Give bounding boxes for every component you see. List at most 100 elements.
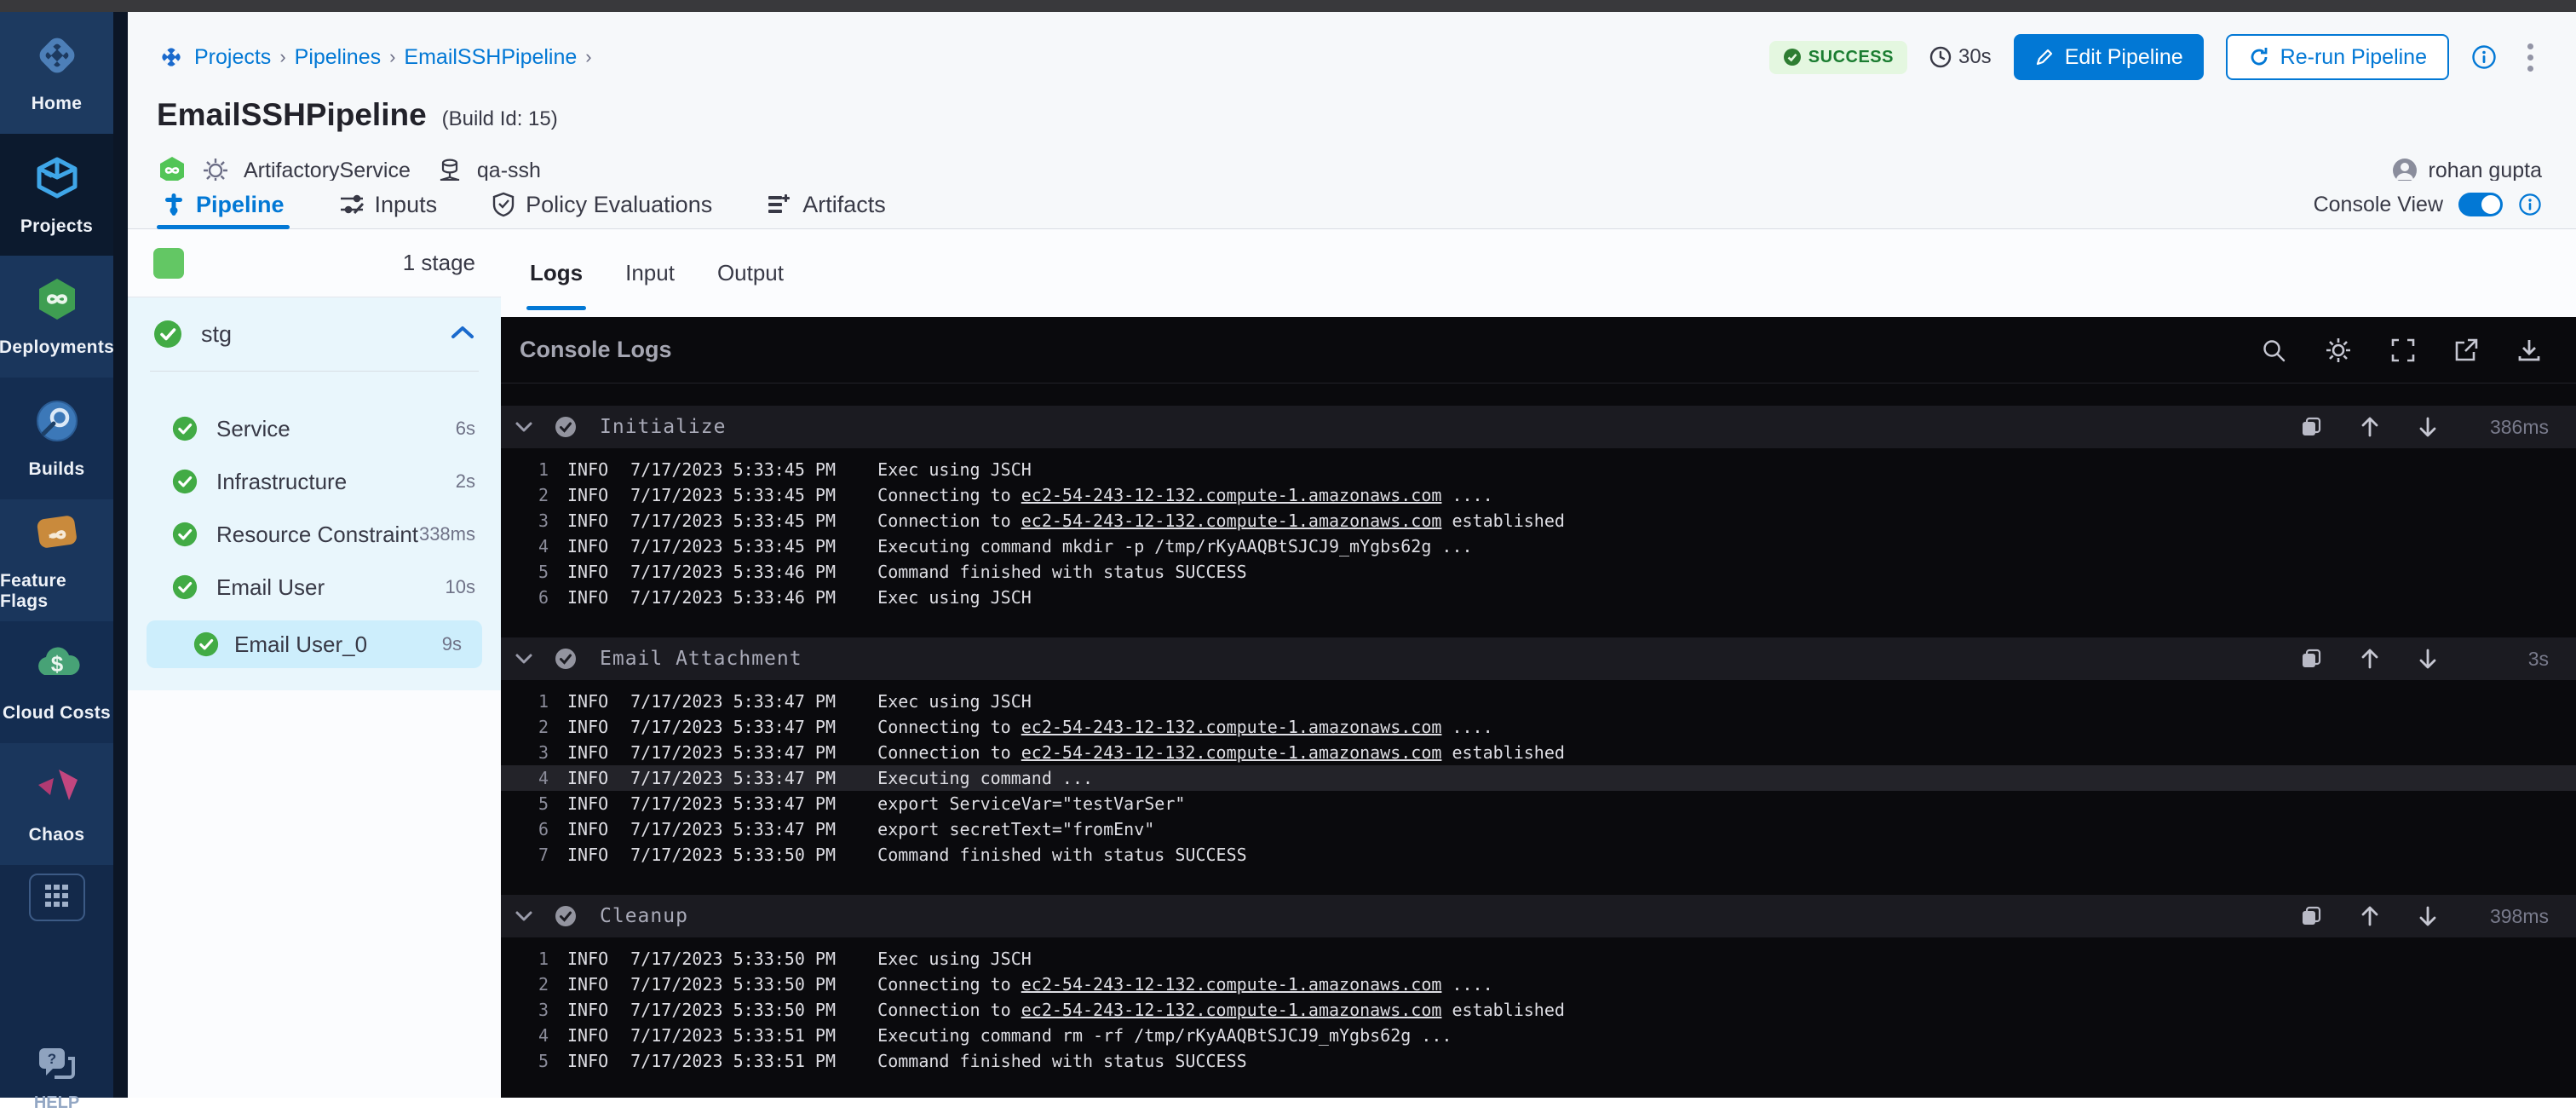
sidebar-item-label: Feature Flags [0, 571, 113, 612]
breadcrumb-link-projects[interactable]: Projects [194, 45, 271, 70]
info-icon[interactable] [2471, 44, 2497, 70]
module-switcher-button[interactable] [29, 874, 85, 921]
edit-pipeline-button[interactable]: Edit Pipeline [2014, 34, 2204, 80]
copy-icon[interactable] [2300, 648, 2322, 670]
open-in-new-icon[interactable] [2453, 337, 2479, 363]
download-icon[interactable] [2516, 337, 2542, 363]
chevron-up-icon[interactable] [450, 325, 475, 344]
host-link[interactable]: ec2-54-243-12-132.compute-1.amazonaws.co… [1021, 742, 1442, 763]
host-link[interactable]: ec2-54-243-12-132.compute-1.amazonaws.co… [1021, 974, 1442, 995]
rerun-pipeline-button[interactable]: Re-run Pipeline [2226, 34, 2449, 80]
sidebar-item-label: Builds [29, 459, 85, 480]
infrastructure-name[interactable]: qa-ssh [477, 159, 541, 183]
service-name[interactable]: ArtifactoryService [244, 159, 411, 183]
step-row-email-user-0[interactable]: Email User_0 9s [147, 620, 482, 668]
host-link[interactable]: ec2-54-243-12-132.compute-1.amazonaws.co… [1021, 1000, 1442, 1020]
log-message: Executing command rm -rf /tmp/rKyAAQBtSJ… [877, 1025, 1452, 1046]
log-line[interactable]: 1INFO7/17/2023 5:33:45 PMExec using JSCH [501, 457, 2576, 482]
log-line[interactable]: 5INFO7/17/2023 5:33:47 PMexport ServiceV… [501, 791, 2576, 816]
log-line[interactable]: 6INFO7/17/2023 5:33:46 PMExec using JSCH [501, 585, 2576, 610]
log-line[interactable]: 4INFO7/17/2023 5:33:45 PMExecuting comma… [501, 533, 2576, 559]
stage-row-stg[interactable]: stg [128, 297, 501, 371]
sidebar-item-projects[interactable]: Projects [0, 134, 113, 256]
console-view-toggle[interactable] [2458, 193, 2503, 216]
scroll-down-icon[interactable] [2418, 416, 2438, 438]
step-name: Email User_0 [234, 631, 367, 658]
copy-icon[interactable] [2300, 905, 2322, 927]
log-line[interactable]: 4INFO7/17/2023 5:33:47 PMExecuting comma… [501, 765, 2576, 791]
line-number: 5 [526, 793, 549, 814]
host-link[interactable]: ec2-54-243-12-132.compute-1.amazonaws.co… [1021, 717, 1442, 737]
scroll-down-icon[interactable] [2418, 648, 2438, 670]
console-view-info-icon[interactable] [2518, 193, 2542, 216]
log-line[interactable]: 5INFO7/17/2023 5:33:51 PMCommand finishe… [501, 1048, 2576, 1074]
step-row-infrastructure[interactable]: Infrastructure2s [128, 455, 501, 508]
page-title: EmailSSHPipeline [157, 97, 427, 133]
more-options-button[interactable] [2519, 40, 2542, 75]
log-line[interactable]: 3INFO7/17/2023 5:33:45 PMConnection to e… [501, 508, 2576, 533]
sidebar-item-feature-flags[interactable]: Feature Flags [0, 499, 113, 621]
log-line[interactable]: 4INFO7/17/2023 5:33:51 PMExecuting comma… [501, 1023, 2576, 1048]
log-line[interactable]: 2INFO7/17/2023 5:33:45 PMConnecting to e… [501, 482, 2576, 508]
host-link[interactable]: ec2-54-243-12-132.compute-1.amazonaws.co… [1021, 485, 1442, 505]
scroll-up-icon[interactable] [2360, 905, 2380, 927]
stage-count-label: 1 stage [403, 250, 475, 276]
execution-stage-panel: 1 stage stg Service6sInfrastructure2sRes… [128, 229, 501, 1098]
log-lines: 1INFO7/17/2023 5:33:45 PMExec using JSCH… [501, 448, 2576, 615]
log-line[interactable]: 6INFO7/17/2023 5:33:47 PMexport secretTe… [501, 816, 2576, 842]
sidebar-item-label: Home [32, 94, 83, 114]
breadcrumb-link-pipeline[interactable]: EmailSSHPipeline [404, 45, 577, 70]
log-line[interactable]: 2INFO7/17/2023 5:33:47 PMConnecting to e… [501, 714, 2576, 740]
scroll-up-icon[interactable] [2360, 416, 2380, 438]
cloud-costs-icon: $ [32, 641, 83, 693]
help-button[interactable]: ? HELP [0, 1047, 113, 1098]
log-section-header-email-attachment[interactable]: Email Attachment3s [501, 637, 2576, 680]
log-lines: 1INFO7/17/2023 5:33:47 PMExec using JSCH… [501, 680, 2576, 873]
console-tab-logs[interactable]: Logs [530, 229, 583, 317]
log-timestamp: 7/17/2023 5:33:47 PM [630, 768, 840, 788]
log-line[interactable]: 3INFO7/17/2023 5:33:50 PMConnection to e… [501, 997, 2576, 1023]
tab-pipeline[interactable]: Pipeline [157, 181, 290, 228]
harness-project-icon [157, 43, 186, 72]
sidebar-item-label: Chaos [29, 825, 85, 845]
tab-policy-evaluations[interactable]: Policy Evaluations [486, 181, 717, 228]
log-line[interactable]: 1INFO7/17/2023 5:33:47 PMExec using JSCH [501, 689, 2576, 714]
tab-artifacts[interactable]: Artifacts [762, 181, 891, 228]
sidebar-item-chaos[interactable]: Chaos [0, 743, 113, 865]
user-name[interactable]: rohan gupta [2429, 159, 2542, 183]
log-line[interactable]: 2INFO7/17/2023 5:33:50 PMConnecting to e… [501, 972, 2576, 997]
tab-inputs[interactable]: Inputs [334, 181, 443, 228]
log-section-header-cleanup[interactable]: Cleanup398ms [501, 895, 2576, 937]
section-duration: 3s [2475, 648, 2549, 671]
sidebar-item-deployments[interactable]: Deployments [0, 256, 113, 378]
log-timestamp: 7/17/2023 5:33:46 PM [630, 562, 840, 582]
copy-icon[interactable] [2300, 416, 2322, 438]
chevron-down-icon[interactable] [515, 910, 533, 922]
breadcrumb-link-pipelines[interactable]: Pipelines [295, 45, 381, 70]
log-line[interactable]: 7INFO7/17/2023 5:33:50 PMCommand finishe… [501, 842, 2576, 868]
step-row-resource-constraint[interactable]: Resource Constraint338ms [128, 508, 501, 561]
step-row-service[interactable]: Service6s [128, 402, 501, 455]
scroll-up-icon[interactable] [2360, 648, 2380, 670]
log-message: Connection to ec2-54-243-12-132.compute-… [877, 742, 1565, 763]
stage-count-row: 1 stage [128, 229, 501, 297]
gear-icon[interactable] [2324, 336, 2353, 365]
step-row-email-user[interactable]: Email User10s [128, 561, 501, 614]
log-section-header-initialize[interactable]: Initialize386ms [501, 406, 2576, 448]
step-duration: 9s [442, 633, 462, 655]
scroll-down-icon[interactable] [2418, 905, 2438, 927]
log-line[interactable]: 5INFO7/17/2023 5:33:46 PMCommand finishe… [501, 559, 2576, 585]
fullscreen-icon[interactable] [2390, 337, 2416, 363]
chevron-down-icon[interactable] [515, 421, 533, 433]
console-tab-input[interactable]: Input [625, 229, 675, 317]
sidebar-item-home[interactable]: Home [0, 12, 113, 134]
sidebar-item-cloud-costs[interactable]: $ Cloud Costs [0, 621, 113, 743]
chevron-down-icon[interactable] [515, 653, 533, 665]
sidebar-item-builds[interactable]: Builds [0, 378, 113, 499]
log-line[interactable]: 1INFO7/17/2023 5:33:50 PMExec using JSCH [501, 946, 2576, 972]
log-line[interactable]: 3INFO7/17/2023 5:33:47 PMConnection to e… [501, 740, 2576, 765]
console-tab-output[interactable]: Output [717, 229, 784, 317]
success-check-icon [172, 416, 198, 441]
search-icon[interactable] [2261, 337, 2286, 363]
host-link[interactable]: ec2-54-243-12-132.compute-1.amazonaws.co… [1021, 510, 1442, 531]
